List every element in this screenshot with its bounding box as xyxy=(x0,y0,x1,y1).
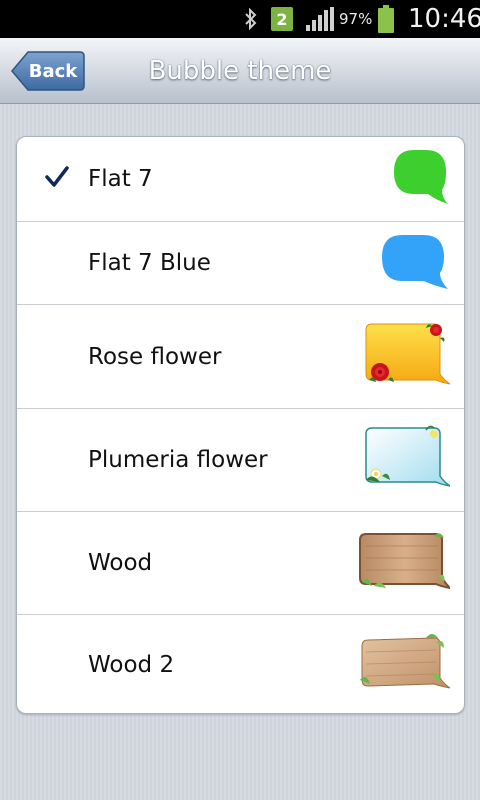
battery-icon xyxy=(378,0,396,38)
theme-label: Wood 2 xyxy=(88,652,175,678)
wood-bubble-icon xyxy=(358,528,454,598)
theme-item-wood-2[interactable]: Wood 2 xyxy=(17,615,464,713)
back-label: Back xyxy=(28,60,78,82)
back-button[interactable]: Back xyxy=(10,50,86,92)
green-flat-bubble-icon xyxy=(390,148,450,210)
check-icon xyxy=(45,166,69,192)
signal-icon xyxy=(306,0,336,38)
theme-label: Plumeria flower xyxy=(88,447,268,473)
theme-item-wood[interactable]: Wood xyxy=(17,512,464,615)
theme-item-plumeria-flower[interactable]: Plumeria flower xyxy=(17,409,464,512)
battery-percent: 97% xyxy=(339,10,373,28)
bluetooth-icon xyxy=(240,0,262,38)
blue-flat-bubble-icon xyxy=(380,233,450,293)
theme-item-rose-flower[interactable]: Rose flower xyxy=(17,305,464,409)
title-bar: Back Bubble theme xyxy=(0,38,480,104)
notification-badge: 2 xyxy=(271,7,293,31)
theme-label: Flat 7 xyxy=(88,166,153,192)
theme-label: Flat 7 Blue xyxy=(88,250,211,276)
status-bar: 2 97% 10:46 xyxy=(0,0,480,38)
theme-item-flat-7-blue[interactable]: Flat 7 Blue xyxy=(17,222,464,305)
page-title: Bubble theme xyxy=(148,56,332,86)
theme-label: Wood xyxy=(88,550,153,576)
theme-item-flat-7[interactable]: Flat 7 xyxy=(17,137,464,222)
wood2-bubble-icon xyxy=(358,630,451,700)
clock: 10:46 xyxy=(408,4,480,34)
rose-bubble-icon xyxy=(364,320,451,394)
plumeria-bubble-icon xyxy=(364,424,451,496)
theme-label: Rose flower xyxy=(88,343,222,370)
theme-list: Flat 7 Flat 7 Blue Rose flower Plumeria … xyxy=(16,136,465,714)
